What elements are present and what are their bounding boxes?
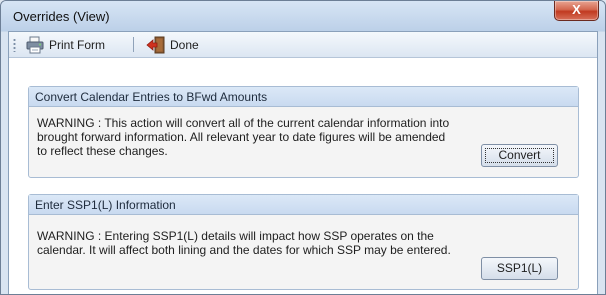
convert-calendar-panel: Convert Calendar Entries to BFwd Amounts…: [28, 86, 579, 178]
panel-header: Enter SSP1(L) Information: [29, 195, 578, 215]
printer-icon: [26, 36, 44, 54]
close-icon: X: [572, 2, 581, 17]
toolbar-separator: [133, 37, 134, 52]
client-area: Print Form Done Convert Calendar Entries…: [8, 31, 598, 294]
overrides-window: Overrides (View) X Print Form Done Conve…: [0, 0, 606, 295]
ssp1l-panel: Enter SSP1(L) Information WARNING : Ente…: [28, 194, 579, 290]
print-form-label: Print Form: [49, 38, 106, 52]
title-bar[interactable]: Overrides (View) X: [1, 1, 605, 31]
done-label: Done: [170, 38, 199, 52]
exit-door-icon: [146, 36, 165, 54]
toolbar: Print Form Done: [9, 32, 597, 58]
warning-text: WARNING : This action will convert all o…: [37, 116, 450, 158]
ssp1l-button-label: SSP1(L): [496, 261, 543, 275]
convert-button[interactable]: Convert: [481, 144, 558, 167]
warning-text: WARNING : Entering SSP1(L) details will …: [37, 229, 451, 257]
window-title: Overrides (View): [13, 9, 110, 24]
panel-header: Convert Calendar Entries to BFwd Amounts: [29, 87, 578, 107]
ssp1l-button[interactable]: SSP1(L): [481, 257, 558, 280]
toolbar-grip[interactable]: [13, 38, 16, 52]
focus-indicator: [485, 148, 554, 163]
close-button[interactable]: X: [554, 1, 599, 21]
